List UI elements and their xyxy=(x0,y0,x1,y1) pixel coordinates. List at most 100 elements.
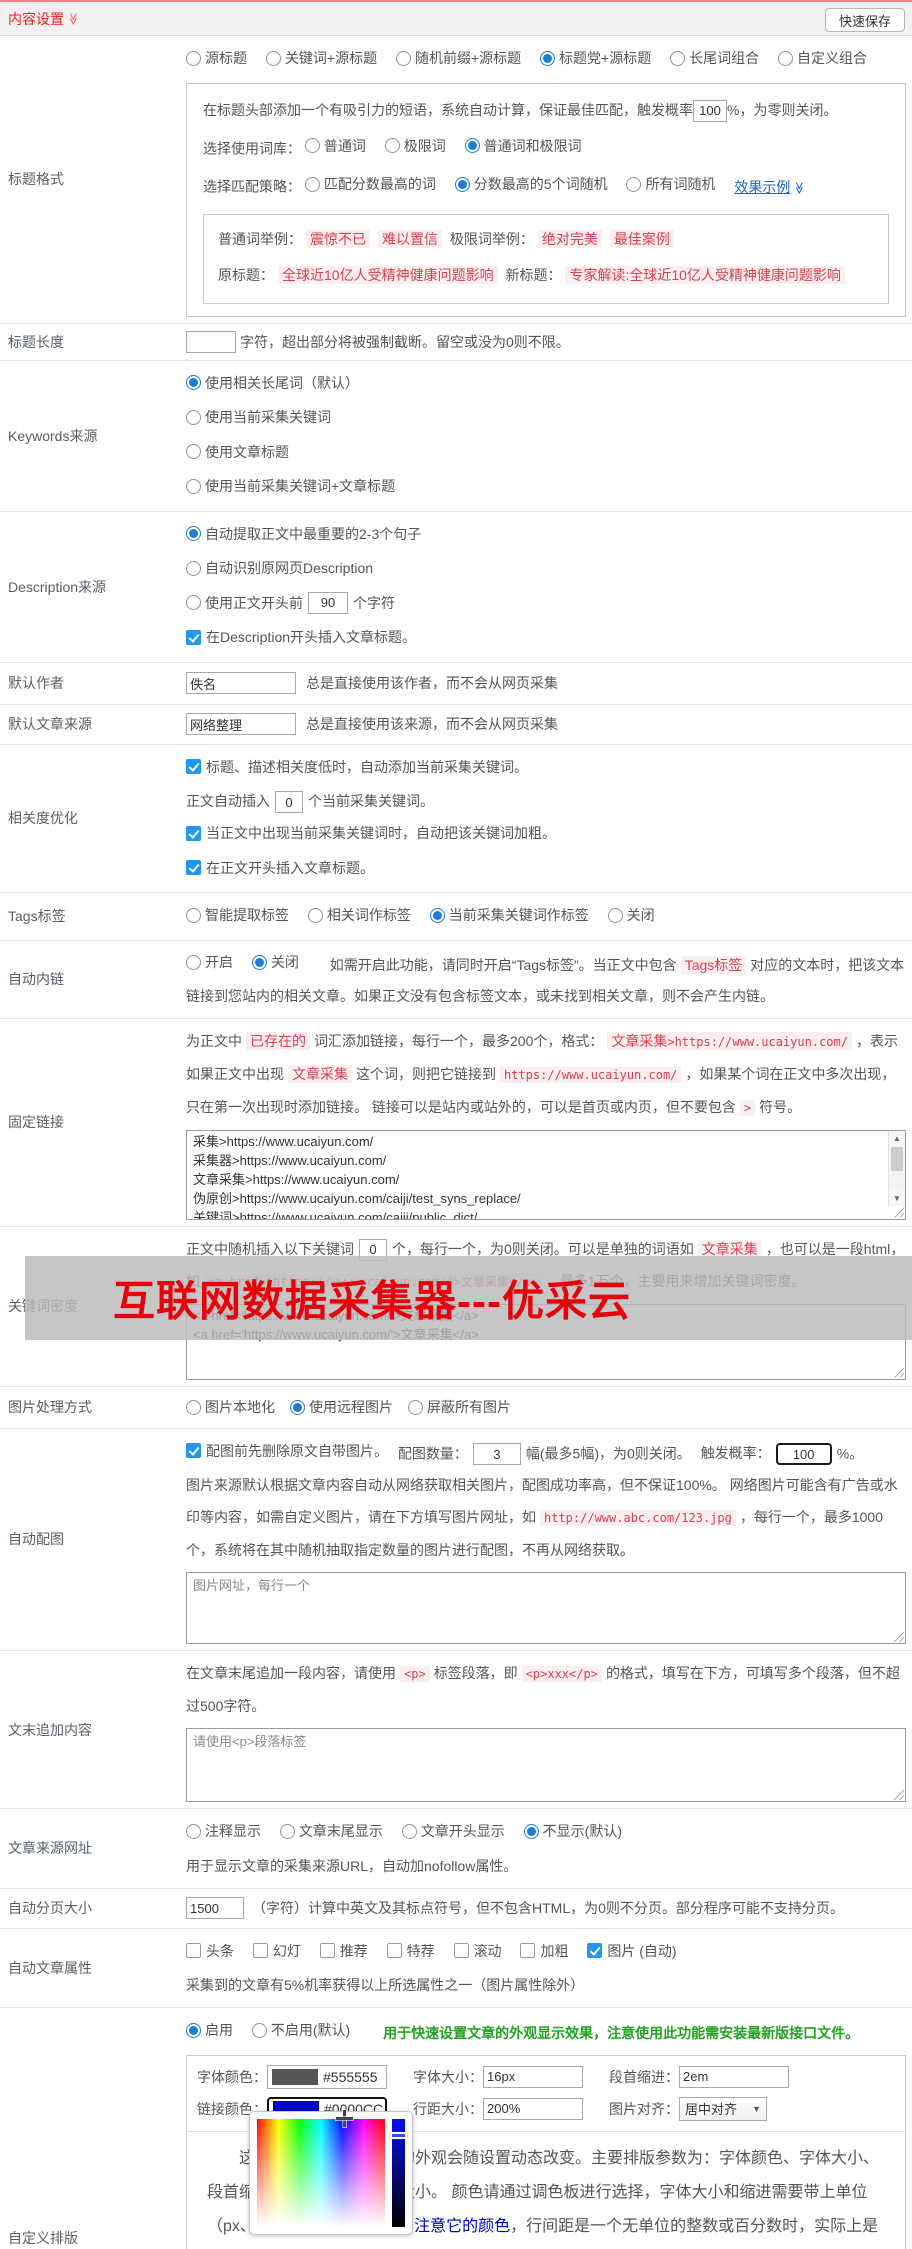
checkbox-attr-bold[interactable]: 加粗 xyxy=(520,1935,568,1967)
radio-typesetting-enable[interactable]: 启用 xyxy=(186,2014,233,2046)
checkbox-icon xyxy=(186,860,201,875)
radio-custom-combo[interactable]: 自定义组合 xyxy=(778,42,867,74)
line-height-input[interactable] xyxy=(483,2097,583,2120)
radio-auto-extract[interactable]: 自动提取正文中最重要的2-3个句子 xyxy=(186,518,421,550)
radio-keyword-tags[interactable]: 当前采集关键词作标签 xyxy=(429,899,589,931)
radio-source-title[interactable]: 源标题 xyxy=(186,42,247,74)
scroll-thumb[interactable] xyxy=(891,1146,903,1171)
radio-keywords-plus-title[interactable]: 使用当前采集关键词+文章标题 xyxy=(186,470,395,502)
default-source-input[interactable] xyxy=(186,713,296,735)
fixed-links-textarea[interactable]: 采集>https://www.ucaiyun.com/ 采集器>https://… xyxy=(186,1129,906,1220)
scrollbar[interactable]: ▲ ▼ xyxy=(888,1130,905,1206)
scroll-up-icon[interactable]: ▲ xyxy=(889,1130,905,1146)
radio-icon xyxy=(186,560,201,576)
radio-image-remote[interactable]: 使用远程图片 xyxy=(290,1397,393,1417)
checkbox-desc-insert-title[interactable]: 在Description开头插入文章标题。 xyxy=(186,621,416,653)
image-urls-textarea[interactable]: 图片网址，每行一个 xyxy=(186,1572,906,1644)
radio-clickbait-source-title[interactable]: 标题党+源标题 xyxy=(540,42,651,74)
radio-all-random[interactable]: 所有词随机 xyxy=(626,166,715,202)
pagination-size-input[interactable] xyxy=(186,1897,244,1919)
radio-icon xyxy=(251,954,267,970)
radio-article-title[interactable]: 使用文章标题 xyxy=(186,436,289,468)
radio-typesetting-disable[interactable]: 不启用(默认) xyxy=(251,2014,350,2046)
brightness-slider[interactable] xyxy=(390,2118,407,2227)
radio-highest-score[interactable]: 匹配分数最高的词 xyxy=(304,166,436,202)
radio-image-localize[interactable]: 图片本地化 xyxy=(186,1397,275,1417)
radio-related-longtail[interactable]: 使用相关长尾词（默认） xyxy=(186,367,359,399)
checkbox-attr-recommend[interactable]: 推荐 xyxy=(319,1935,368,1967)
radio-icon xyxy=(307,907,323,923)
chevron-down-icon[interactable]: ≫ xyxy=(66,12,80,25)
checkbox-low-relevance[interactable]: 标题、描述相关度低时，自动添加当前采集关键词。 xyxy=(186,751,528,783)
radio-tags-off[interactable]: 关闭 xyxy=(607,899,655,931)
radio-icon xyxy=(265,50,281,66)
effect-example-link[interactable]: 效果示例 ≫ xyxy=(734,179,806,195)
radio-innerlink-on[interactable]: 开启 xyxy=(186,947,233,978)
row-label: 自动内链 xyxy=(8,971,64,987)
color-picker-popup xyxy=(249,2109,413,2235)
title-probability-input[interactable] xyxy=(693,99,727,122)
radio-prefix-source-title[interactable]: 随机前缀+源标题 xyxy=(395,42,521,74)
radio-body-prefix[interactable]: 使用正文开头前个字符 xyxy=(186,587,395,619)
radio-related-tags[interactable]: 相关词作标签 xyxy=(307,899,411,931)
radio-url-header[interactable]: 文章开头显示 xyxy=(401,1815,505,1847)
radio-icon xyxy=(186,1399,201,1415)
radio-icon xyxy=(304,176,320,192)
append-desc: 在文章末尾追加一段内容，请使用 <p> 标签段落，即 <p>xxx</p> 的格式，填写… xyxy=(186,1665,900,1714)
row-label: 标题长度 xyxy=(8,333,64,350)
checkbox-icon xyxy=(252,1943,268,1958)
indent-input[interactable] xyxy=(679,2065,789,2088)
checkbox-attr-image[interactable]: 图片 (自动) xyxy=(587,1935,677,1967)
image-probability-input[interactable] xyxy=(775,1443,832,1466)
textarea-placeholder: 请使用<p>段落标签 xyxy=(193,1734,307,1749)
radio-top5-random[interactable]: 分数最高的5个词随机 xyxy=(454,166,608,202)
radio-longtail-combo[interactable]: 长尾词组合 xyxy=(670,42,759,74)
radio-url-comment[interactable]: 注释显示 xyxy=(186,1815,261,1847)
radio-icon xyxy=(670,50,686,66)
checkbox-attr-special[interactable]: 特荐 xyxy=(386,1935,435,1967)
radio-icon xyxy=(251,2022,267,2038)
radio-icon xyxy=(304,138,320,153)
radio-image-block[interactable]: 屏蔽所有图片 xyxy=(408,1397,511,1417)
checkbox-bold-keyword[interactable]: 当正文中出现当前采集关键词时，自动把该关键词加粗。 xyxy=(186,817,556,849)
radio-both-words[interactable]: 普通词和极限词 xyxy=(464,128,582,164)
radio-url-footer[interactable]: 文章末尾显示 xyxy=(279,1815,383,1847)
image-count-input[interactable] xyxy=(472,1443,521,1466)
radio-url-hidden[interactable]: 不显示(默认) xyxy=(523,1815,622,1847)
title-length-input[interactable] xyxy=(186,330,236,353)
checkbox-attr-headline[interactable]: 头条 xyxy=(186,1935,234,1967)
prefix-chars-input[interactable] xyxy=(308,591,348,614)
insert-keywords-count-input[interactable] xyxy=(275,791,303,814)
checkbox-icon xyxy=(386,1943,402,1958)
checkbox-attr-scroll[interactable]: 滚动 xyxy=(453,1935,502,1967)
resize-grip-icon[interactable] xyxy=(893,1631,904,1642)
picker-crosshair-icon[interactable] xyxy=(336,2109,354,2127)
row-default-author: 默认作者 总是直接使用该作者，而不会从网页采集 xyxy=(0,663,912,705)
example-words-line: 普通词举例： 震惊不已 难以置信 极限词举例： 绝对完美 最佳案例 xyxy=(218,221,874,257)
quick-save-button[interactable]: 快速保存 xyxy=(824,8,905,32)
radio-normal-words[interactable]: 普通词 xyxy=(304,128,366,164)
row-label: 默认作者 xyxy=(8,675,64,691)
slider-handle[interactable] xyxy=(390,2131,407,2139)
radio-page-description[interactable]: 自动识别原网页Description xyxy=(186,552,373,584)
radio-smart-tags[interactable]: 智能提取标签 xyxy=(186,899,289,931)
row-keywords-source: Keywords来源 使用相关长尾词（默认） 使用当前采集关键词 使用文章标题 … xyxy=(0,361,912,512)
default-author-input[interactable] xyxy=(186,672,296,694)
resize-grip-icon[interactable] xyxy=(893,1789,904,1800)
font-size-input[interactable] xyxy=(483,2065,583,2088)
row-label: 自定义排版 xyxy=(8,2230,78,2246)
example-title-line: 原标题： 全球近10亿人受精神健康问题影响 新标题： 专家解读:全球近10亿人受精神… xyxy=(218,257,874,293)
radio-keyword-source-title[interactable]: 关键词+源标题 xyxy=(265,42,377,74)
radio-extreme-words[interactable]: 极限词 xyxy=(384,128,446,164)
checkbox-attr-slide[interactable]: 幻灯 xyxy=(252,1935,301,1967)
image-align-select[interactable]: 居中对齐 ▼ xyxy=(679,2096,767,2121)
append-textarea[interactable]: 请使用<p>段落标签 xyxy=(186,1728,906,1802)
scroll-down-icon[interactable]: ▼ xyxy=(889,1190,905,1206)
checkbox-insert-title-head[interactable]: 在正文开头插入文章标题。 xyxy=(186,852,374,884)
font-color-input[interactable]: #555555 xyxy=(267,2064,387,2089)
checkbox-remove-original-images[interactable]: 配图前先删除原文自带图片。 xyxy=(186,1435,388,1467)
radio-innerlink-off[interactable]: 关闭 xyxy=(251,947,299,978)
saturation-gradient[interactable] xyxy=(257,2109,385,2227)
radio-current-keywords[interactable]: 使用当前采集关键词 xyxy=(186,401,331,433)
row-title-length: 标题长度 字符，超出部分将被强制截断。留空或没为0则不限。 xyxy=(0,324,912,361)
